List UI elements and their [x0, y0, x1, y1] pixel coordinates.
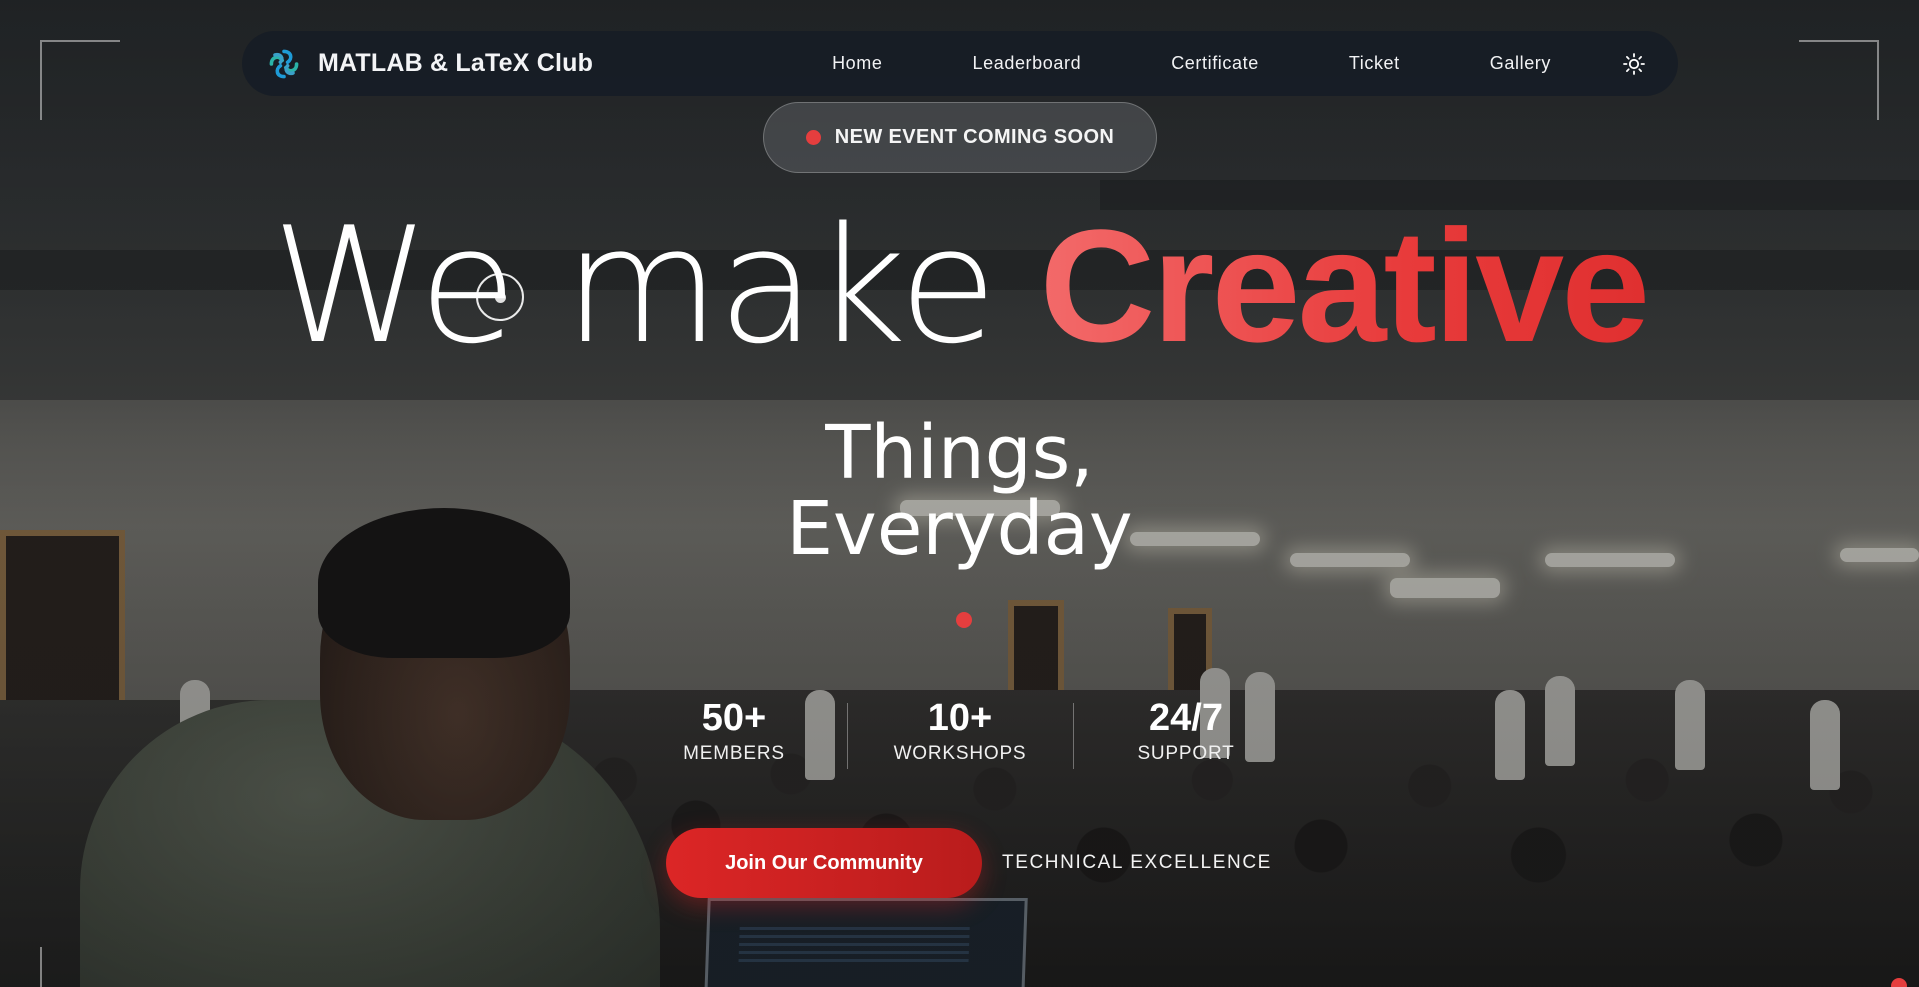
hero-headline: We make Creative — [0, 206, 1919, 366]
hero-subheadline-line2: Everyday — [786, 486, 1133, 572]
stat-value: 10+ — [927, 697, 993, 739]
sun-icon[interactable] — [1622, 52, 1646, 76]
accent-dot — [956, 612, 972, 628]
cta-row: Join Our Community TECHNICAL EXCELLENCE — [666, 828, 1272, 898]
corner-bracket-bottom-left — [40, 947, 120, 987]
stat-label: SUPPORT — [1137, 743, 1235, 764]
tagline: TECHNICAL EXCELLENCE — [1002, 852, 1272, 873]
scroll-indicator-dot — [1891, 978, 1907, 987]
stat-value: 50+ — [701, 697, 767, 739]
hero-headline-accent: Creative — [1039, 196, 1650, 375]
nav-link-home[interactable]: Home — [787, 53, 927, 74]
nav-link-gallery[interactable]: Gallery — [1445, 53, 1596, 74]
brand[interactable]: MATLAB & LaTeX Club — [266, 46, 593, 82]
atom-knot-logo-icon — [269, 49, 299, 78]
stat-value: 24/7 — [1149, 697, 1223, 739]
hero-subheadline: Things, Everyday — [0, 415, 1919, 567]
nav-link-ticket[interactable]: Ticket — [1304, 53, 1445, 74]
new-event-text: NEW EVENT COMING SOON — [834, 126, 1115, 148]
status-dot — [805, 130, 821, 145]
join-community-button[interactable]: Join Our Community — [666, 828, 982, 898]
top-navbar: MATLAB & LaTeX Club Home Leaderboard Cer… — [242, 31, 1678, 96]
new-event-badge[interactable]: NEW EVENT COMING SOON — [763, 102, 1157, 173]
stat-workshops: 10+ WORKSHOPS — [848, 697, 1073, 765]
stats-row: 50+ MEMBERS 10+ WORKSHOPS 24/7 SUPPORT — [610, 697, 1310, 777]
stat-label: WORKSHOPS — [893, 743, 1027, 764]
corner-bracket-top-right — [1799, 40, 1879, 120]
stat-members: 50+ MEMBERS — [622, 697, 847, 765]
hero-subheadline-line1: Things, — [825, 410, 1094, 496]
corner-bracket-top-left — [40, 40, 120, 120]
nav-link-leaderboard[interactable]: Leaderboard — [928, 53, 1127, 74]
hero-headline-light: We make — [271, 192, 997, 379]
nav-links: Home Leaderboard Certificate Ticket Gall… — [787, 52, 1654, 76]
stat-label: MEMBERS — [683, 743, 785, 764]
stat-support: 24/7 SUPPORT — [1074, 697, 1299, 765]
custom-cursor-dot — [495, 292, 506, 303]
nav-link-certificate[interactable]: Certificate — [1126, 53, 1304, 74]
brand-name: MATLAB & LaTeX Club — [318, 49, 594, 77]
